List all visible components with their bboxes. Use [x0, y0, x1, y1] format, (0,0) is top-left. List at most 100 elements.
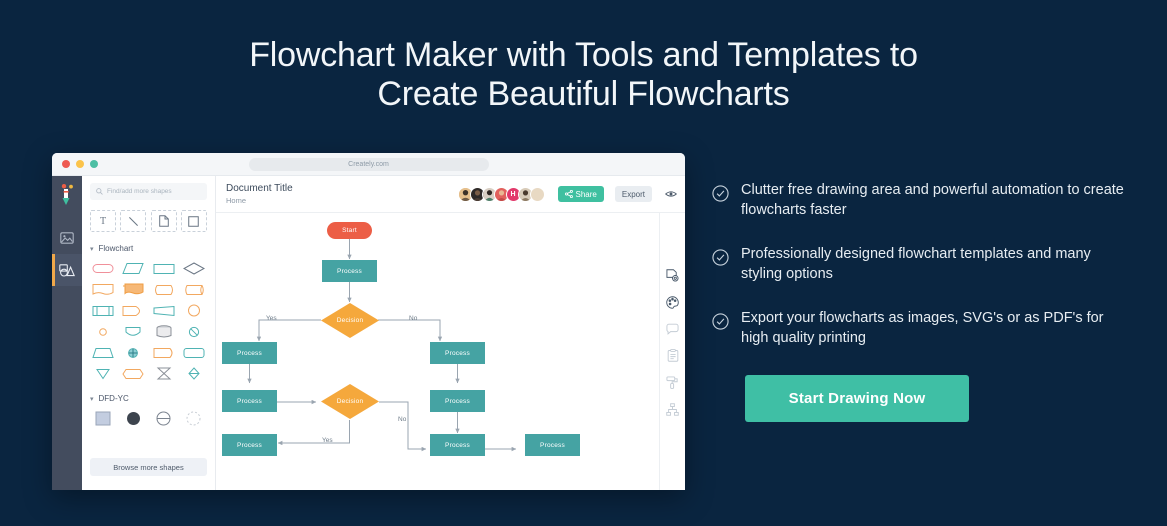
minimize-window-icon[interactable] — [76, 160, 84, 168]
start-drawing-now-button[interactable]: Start Drawing Now — [745, 375, 969, 422]
flowchart-node-decision[interactable]: Decision — [321, 384, 379, 419]
feature-item: Professionally designed flowchart templa… — [712, 244, 1132, 284]
shape-circle-fill[interactable] — [120, 411, 146, 426]
feature-text: Professionally designed flowchart templa… — [741, 246, 1091, 282]
feature-item: Export your flowcharts as images, SVG's … — [712, 308, 1132, 348]
avatar-initial-label: H — [510, 190, 516, 198]
shape-document[interactable] — [90, 282, 116, 297]
browser-chrome: Creately.com — [52, 153, 685, 176]
shape-rounded-rect-2[interactable] — [181, 345, 207, 360]
section-title: DFD-YC — [98, 394, 129, 403]
editor-main: Document Title Home H Share Export Start… — [216, 176, 685, 490]
text-tool-icon[interactable]: T — [90, 210, 116, 232]
edge-label: No — [409, 315, 418, 322]
shape-rhombus-split[interactable] — [181, 366, 207, 381]
flowchart-node-process[interactable]: Process — [430, 390, 485, 412]
square-tool-icon[interactable] — [180, 210, 207, 232]
shape-rounded-rectangle[interactable] — [90, 261, 116, 276]
url-bar[interactable]: Creately.com — [248, 157, 489, 171]
shape-cylinder-horizontal[interactable] — [181, 282, 207, 297]
maximize-window-icon[interactable] — [90, 160, 98, 168]
share-button[interactable]: Share — [557, 186, 604, 202]
flowchart-node-process[interactable]: Process — [430, 434, 485, 456]
palette-icon[interactable] — [666, 296, 679, 309]
edge-label: Yes — [266, 315, 277, 322]
flowchart-node-process[interactable]: Process — [322, 260, 377, 282]
feature-item: Clutter free drawing area and powerful a… — [712, 180, 1132, 220]
shape-small-circle[interactable] — [90, 324, 116, 339]
shape-circle-split[interactable] — [151, 411, 177, 426]
shape-parallelogram[interactable] — [120, 261, 146, 276]
app-window-screenshot: Creately.com Find/add more shapes T ▾ Fl… — [52, 153, 685, 490]
shape-trapezoid[interactable] — [90, 345, 116, 360]
node-label: Process — [237, 349, 262, 357]
flowchart-node-process[interactable]: Process — [222, 342, 277, 364]
shape-hourglass[interactable] — [151, 366, 177, 381]
node-label: Process — [445, 349, 470, 357]
document-settings-icon[interactable] — [666, 269, 679, 282]
preview-button[interactable] — [665, 190, 677, 198]
flowchart-node-start[interactable]: Start — [327, 222, 372, 239]
flowchart-node-decision[interactable]: Decision — [321, 303, 379, 338]
document-title[interactable]: Document Title — [226, 182, 293, 195]
editor-topbar: Document Title Home H Share Export — [216, 176, 685, 213]
shape-no-sign[interactable] — [181, 324, 207, 339]
node-label: Start — [342, 227, 357, 234]
close-window-icon[interactable] — [62, 160, 70, 168]
browse-more-shapes-button[interactable]: Browse more shapes — [90, 458, 207, 476]
search-icon — [96, 188, 103, 195]
share-label: Share — [575, 189, 597, 199]
shape-diamond[interactable] — [181, 261, 207, 276]
chevron-down-icon: ▾ — [90, 395, 94, 403]
url-text: Creately.com — [348, 160, 389, 168]
chevron-down-icon: ▾ — [90, 245, 94, 253]
diagram-canvas[interactable]: Start Process Decision Process Process P… — [216, 213, 685, 490]
node-label: Process — [445, 441, 470, 449]
sidebar-item-shapes[interactable] — [52, 254, 82, 286]
shape-delay[interactable] — [120, 303, 146, 318]
feature-text: Clutter free drawing area and powerful a… — [741, 182, 1124, 218]
flowchart-node-process[interactable]: Process — [222, 390, 277, 412]
shape-database[interactable] — [151, 324, 177, 339]
shape-trapezoid-right[interactable] — [151, 303, 177, 318]
shape-hexagon[interactable] — [120, 366, 146, 381]
hierarchy-icon[interactable] — [666, 403, 679, 416]
shape-shield-down[interactable] — [120, 324, 146, 339]
search-input[interactable]: Find/add more shapes — [90, 183, 207, 200]
avatar-overflow[interactable] — [529, 186, 545, 202]
shape-summing-junction[interactable] — [120, 345, 146, 360]
node-label: Process — [337, 267, 362, 275]
notes-icon[interactable] — [667, 349, 679, 362]
shape-circle[interactable] — [181, 303, 207, 318]
shape-swatch-grid-dfd — [90, 411, 207, 426]
shape-multi-document[interactable] — [120, 282, 146, 297]
flowchart-node-process[interactable]: Process — [525, 434, 580, 456]
shape-circle-dashed[interactable] — [181, 411, 207, 426]
section-header-flowchart[interactable]: ▾ Flowchart — [90, 244, 207, 253]
browse-more-shapes-label: Browse more shapes — [113, 462, 184, 472]
page-title: Flowchart Maker with Tools and Templates… — [0, 36, 1167, 114]
page-tool-icon[interactable] — [150, 210, 177, 232]
line-tool-icon[interactable] — [120, 210, 147, 232]
shape-stored-data[interactable] — [151, 282, 177, 297]
shape-internal-storage[interactable] — [90, 303, 116, 318]
comment-icon[interactable] — [666, 323, 679, 335]
left-icon-rail — [52, 176, 82, 490]
flowchart-node-process[interactable]: Process — [222, 434, 277, 456]
flowchart-node-process[interactable]: Process — [430, 342, 485, 364]
creately-logo[interactable] — [57, 182, 77, 208]
shape-triangle-down[interactable] — [90, 366, 116, 381]
breadcrumb[interactable]: Home — [226, 195, 293, 206]
sidebar-item-images[interactable] — [52, 222, 82, 254]
right-toolbar — [659, 213, 685, 490]
shape-square-fill[interactable] — [90, 411, 116, 426]
edge-label: Yes — [322, 437, 333, 444]
paint-roller-icon[interactable] — [666, 376, 679, 389]
export-button[interactable]: Export — [614, 186, 652, 202]
shape-terminator[interactable] — [151, 345, 177, 360]
shape-rectangle[interactable] — [151, 261, 177, 276]
feature-list: Clutter free drawing area and powerful a… — [712, 180, 1132, 372]
section-header-dfd[interactable]: ▾ DFD-YC — [90, 394, 207, 403]
check-circle-icon — [712, 313, 729, 348]
traffic-lights — [62, 160, 98, 168]
